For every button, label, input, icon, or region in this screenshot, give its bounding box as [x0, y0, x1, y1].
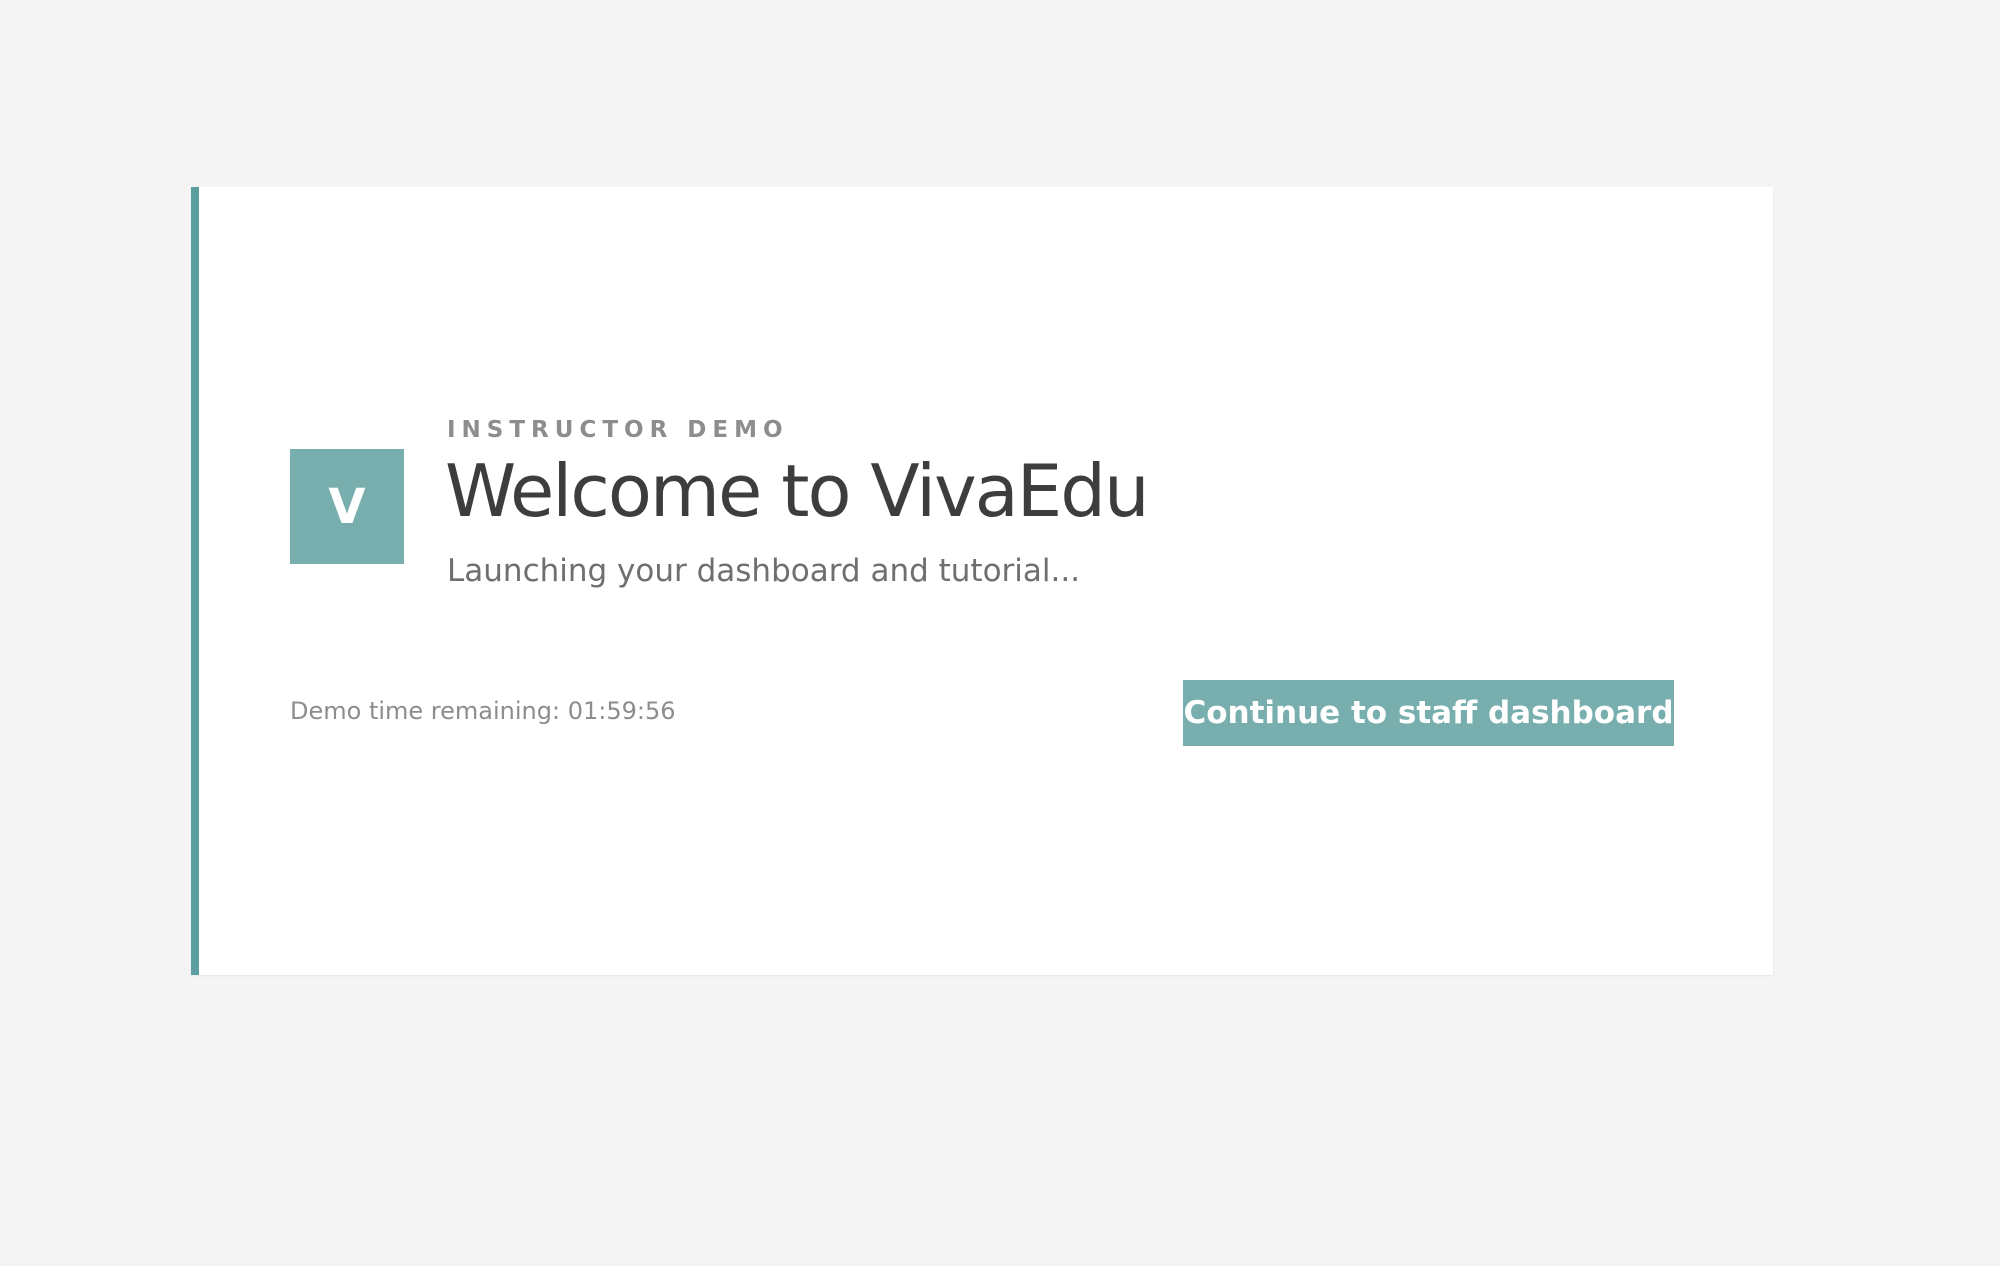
page-title: Welcome to VivaEdu: [445, 449, 1150, 533]
continue-dashboard-label: Continue to staff dashboard: [1183, 695, 1674, 731]
logo-letter: V: [328, 478, 366, 535]
demo-timer: Demo time remaining: 01:59:56: [290, 697, 676, 725]
demo-label: INSTRUCTOR DEMO: [447, 417, 789, 443]
accent-bar: [191, 187, 199, 975]
loading-subtitle: Launching your dashboard and tutorial...: [447, 553, 1081, 589]
app-logo: V: [290, 449, 404, 564]
welcome-card: V INSTRUCTOR DEMO Welcome to VivaEdu Lau…: [191, 187, 1773, 975]
continue-dashboard-button[interactable]: Continue to staff dashboard: [1183, 680, 1674, 746]
